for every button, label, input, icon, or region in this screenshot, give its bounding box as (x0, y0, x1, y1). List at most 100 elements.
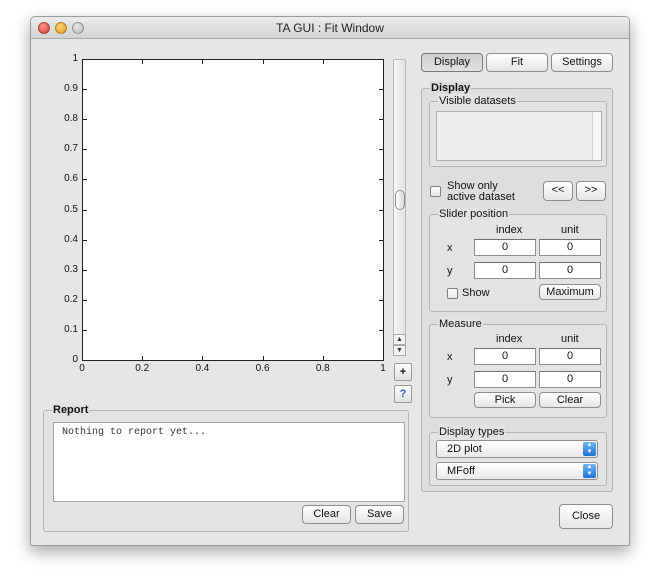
plot-type-select[interactable]: 2D plot ▲ ▼ (436, 440, 598, 458)
measure-title: Measure (438, 317, 483, 331)
x-tick-mark (142, 356, 144, 360)
x-tick-label: 0.4 (195, 363, 210, 374)
y-tick-mark (379, 149, 383, 151)
plot-type-value: 2D plot (447, 443, 482, 455)
y-tick-label: 0.2 (64, 293, 78, 305)
y-tick-mark (83, 119, 87, 121)
x-tick-mark (322, 356, 324, 360)
slider-y-label: y (447, 265, 453, 277)
y-tick-label: 1 (72, 53, 78, 64)
show-only-active-label: Show only active dataset (447, 181, 515, 203)
x-tick-label: 1 (380, 363, 386, 374)
measure-y-index-field[interactable]: 0 (474, 371, 536, 388)
fit-window: TA GUI : Fit Window ▲ ▼ + ? Report Nothi… (30, 16, 630, 546)
y-tick-label: 0.5 (64, 203, 78, 215)
y-tick-mark (379, 239, 383, 241)
y-tick-mark (83, 149, 87, 151)
slider-x-index-field[interactable]: 0 (474, 239, 536, 256)
mf-mode-select[interactable]: MFoff ▲ ▼ (436, 462, 598, 480)
measure-x-index-field[interactable]: 0 (474, 348, 536, 365)
y-tick-mark (83, 269, 87, 271)
x-tick-mark (202, 356, 204, 360)
visible-datasets-list[interactable] (436, 111, 602, 161)
report-title: Report (52, 403, 90, 417)
x-tick-label: 0.8 (315, 363, 330, 374)
y-tick-label: 0.7 (64, 143, 78, 155)
slider-y-index-field[interactable]: 0 (474, 262, 536, 279)
vertical-slider-track[interactable] (393, 59, 406, 354)
vertical-slider-thumb[interactable] (395, 190, 405, 210)
measure-unit-header: unit (561, 333, 579, 345)
y-tick-label: 0.9 (64, 83, 78, 95)
y-tick-label: 0.3 (64, 263, 78, 275)
show-only-active-checkbox[interactable] (430, 186, 441, 197)
measure-y-unit-field[interactable]: 0 (539, 371, 601, 388)
y-tick-mark (83, 329, 87, 331)
measure-x-label: x (447, 351, 453, 363)
zoom-window-button[interactable] (72, 22, 84, 34)
close-button[interactable]: Close (559, 504, 613, 529)
slider-unit-header: unit (561, 224, 579, 236)
report-clear-button[interactable]: Clear (302, 505, 351, 524)
select-arrows-icon: ▲ ▼ (583, 464, 596, 478)
y-tick-label: 0.1 (64, 323, 78, 335)
slider-index-header: index (496, 224, 523, 236)
measure-pick-button[interactable]: Pick (474, 392, 536, 408)
slider-y-unit-field[interactable]: 0 (539, 262, 601, 279)
y-tick-mark (83, 59, 87, 60)
tab-display[interactable]: Display (421, 53, 483, 72)
x-tick-mark (142, 60, 144, 64)
y-tick-label: 0.4 (64, 233, 78, 245)
x-tick-mark (82, 60, 83, 64)
x-tick-mark (82, 356, 83, 360)
y-tick-mark (379, 89, 383, 91)
maximum-button[interactable]: Maximum (539, 284, 601, 300)
x-tick-mark (202, 60, 204, 64)
y-tick-mark (379, 179, 383, 181)
y-tick-label: 0.8 (64, 113, 78, 125)
measure-y-label: y (447, 374, 453, 386)
slider-down-arrow-icon[interactable]: ▼ (393, 345, 406, 356)
y-tick-mark (83, 299, 87, 301)
y-tick-mark (83, 179, 87, 181)
y-tick-mark (379, 299, 383, 301)
next-dataset-button[interactable]: >> (576, 181, 606, 201)
plot-axes[interactable] (82, 59, 384, 361)
y-tick-mark (83, 239, 87, 241)
x-tick-mark (383, 60, 384, 64)
window-title: TA GUI : Fit Window (276, 21, 384, 35)
slider-show-checkbox[interactable] (447, 288, 458, 299)
report-save-button[interactable]: Save (355, 505, 404, 524)
slider-x-unit-field[interactable]: 0 (539, 239, 601, 256)
slider-up-arrow-icon[interactable]: ▲ (393, 334, 406, 345)
tab-settings[interactable]: Settings (551, 53, 613, 72)
y-tick-mark (379, 329, 383, 331)
y-tick-mark (83, 89, 87, 91)
title-bar[interactable]: TA GUI : Fit Window (31, 17, 629, 39)
help-button[interactable]: ? (394, 385, 412, 403)
y-tick-mark (83, 209, 87, 211)
slider-show-label: Show (462, 287, 490, 299)
y-tick-mark (379, 209, 383, 211)
measure-index-header: index (496, 333, 523, 345)
report-text-area[interactable]: Nothing to report yet... (53, 422, 405, 502)
x-tick-mark (262, 356, 264, 360)
slider-position-title: Slider position (438, 207, 510, 221)
minimize-window-button[interactable] (55, 22, 67, 34)
y-tick-mark (379, 360, 383, 361)
slider-x-label: x (447, 242, 453, 254)
measure-x-unit-field[interactable]: 0 (539, 348, 601, 365)
previous-dataset-button[interactable]: << (543, 181, 573, 201)
visible-datasets-scrollbar[interactable] (592, 112, 601, 160)
show-only-active-label-line2: active dataset (447, 191, 515, 203)
y-tick-mark (83, 360, 87, 361)
x-tick-label: 0 (79, 363, 85, 374)
visible-datasets-title: Visible datasets (438, 94, 517, 108)
select-arrows-icon: ▲ ▼ (583, 442, 596, 456)
close-window-button[interactable] (38, 22, 50, 34)
measure-clear-button[interactable]: Clear (539, 392, 601, 408)
y-tick-label: 0.6 (64, 173, 78, 185)
x-tick-label: 0.6 (255, 363, 270, 374)
y-tick-mark (379, 119, 383, 121)
tab-fit[interactable]: Fit (486, 53, 548, 72)
